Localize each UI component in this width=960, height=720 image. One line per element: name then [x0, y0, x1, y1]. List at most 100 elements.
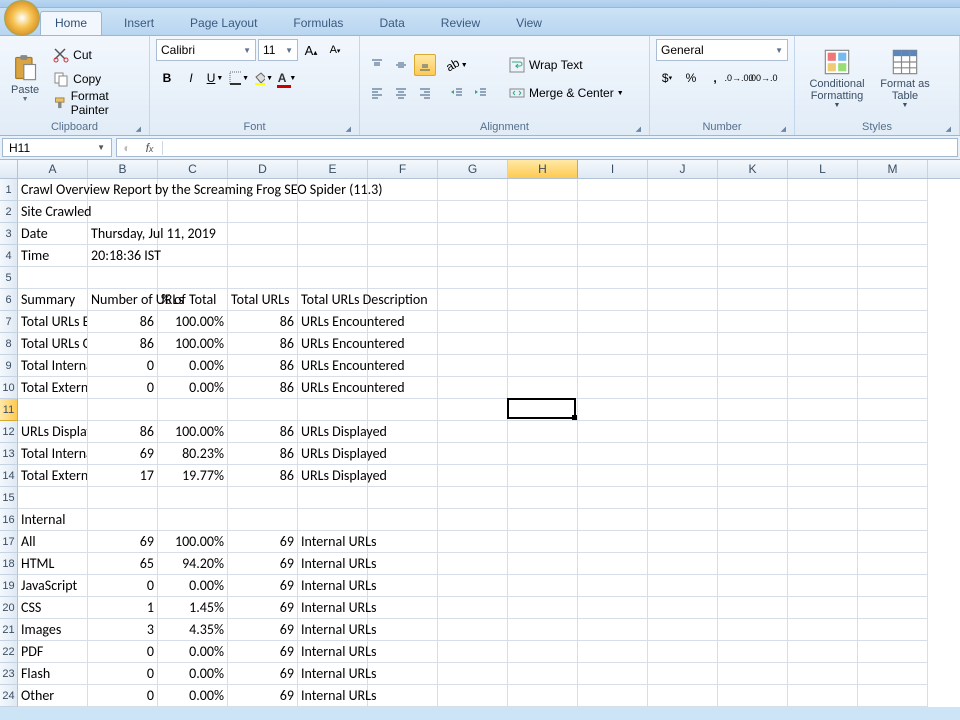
cell[interactable] — [508, 377, 578, 399]
column-header-K[interactable]: K — [718, 160, 788, 178]
row-header[interactable]: 5 — [0, 267, 18, 289]
cell[interactable]: HTML — [18, 553, 88, 575]
cell[interactable] — [858, 619, 928, 641]
cell[interactable] — [858, 531, 928, 553]
cell[interactable] — [228, 509, 298, 531]
cell[interactable] — [508, 465, 578, 487]
cell[interactable] — [578, 531, 648, 553]
grow-font-button[interactable]: A▴ — [300, 39, 322, 61]
cell[interactable] — [438, 421, 508, 443]
cell[interactable]: 0 — [88, 641, 158, 663]
cell[interactable] — [718, 619, 788, 641]
cell[interactable] — [438, 509, 508, 531]
cell[interactable] — [18, 487, 88, 509]
cell[interactable]: URLs Encountered — [298, 333, 368, 355]
cell[interactable] — [578, 553, 648, 575]
format-painter-button[interactable]: Format Painter — [48, 92, 143, 114]
tab-formulas[interactable]: Formulas — [279, 12, 357, 35]
cell[interactable] — [578, 223, 648, 245]
row-header[interactable]: 6 — [0, 289, 18, 311]
cell[interactable]: Time — [18, 245, 88, 267]
cell[interactable]: URLs Displayed — [298, 465, 368, 487]
cell[interactable]: Total URLs Description — [298, 289, 368, 311]
cell[interactable] — [508, 531, 578, 553]
cell[interactable]: 69 — [88, 531, 158, 553]
cell[interactable] — [508, 267, 578, 289]
cell[interactable]: 86 — [228, 311, 298, 333]
fx-button[interactable]: fx — [137, 141, 163, 155]
font-color-button[interactable]: A▼ — [276, 67, 298, 89]
cell[interactable] — [718, 223, 788, 245]
cell[interactable] — [368, 509, 438, 531]
cell[interactable]: 0 — [88, 663, 158, 685]
cell[interactable]: 86 — [228, 355, 298, 377]
cell[interactable]: Images — [18, 619, 88, 641]
cell[interactable] — [438, 223, 508, 245]
cell[interactable]: Total Internal Blocked — [18, 355, 88, 377]
wrap-text-button[interactable]: Wrap Text — [504, 54, 629, 76]
cell[interactable] — [788, 267, 858, 289]
cell[interactable] — [508, 663, 578, 685]
cell[interactable] — [438, 553, 508, 575]
cell[interactable] — [368, 685, 438, 707]
cell[interactable] — [648, 223, 718, 245]
decrease-indent-button[interactable] — [446, 82, 468, 104]
cell[interactable] — [158, 509, 228, 531]
cell[interactable] — [438, 311, 508, 333]
font-family-select[interactable]: Calibri▼ — [156, 39, 256, 61]
cell[interactable]: URLs Encountered — [298, 311, 368, 333]
cell[interactable] — [228, 245, 298, 267]
cell[interactable] — [858, 377, 928, 399]
cell[interactable]: Total URLs — [228, 289, 298, 311]
cell[interactable] — [648, 597, 718, 619]
row-header[interactable]: 2 — [0, 201, 18, 223]
bold-button[interactable]: B — [156, 67, 178, 89]
cell[interactable]: Internal URLs — [298, 553, 368, 575]
cell[interactable] — [508, 179, 578, 201]
column-header-M[interactable]: M — [858, 160, 928, 178]
cell[interactable] — [508, 685, 578, 707]
cell[interactable]: URLs Encountered — [298, 355, 368, 377]
cell[interactable] — [648, 663, 718, 685]
cell[interactable] — [438, 487, 508, 509]
align-left-button[interactable] — [366, 82, 388, 104]
cell[interactable] — [718, 509, 788, 531]
office-button[interactable] — [4, 0, 40, 36]
cell[interactable] — [578, 487, 648, 509]
cell[interactable]: 1.45% — [158, 597, 228, 619]
cell[interactable] — [858, 487, 928, 509]
column-header-C[interactable]: C — [158, 160, 228, 178]
spreadsheet-grid[interactable]: ABCDEFGHIJKLM 1Crawl Overview Report by … — [0, 160, 960, 707]
cell[interactable]: PDF — [18, 641, 88, 663]
cell[interactable] — [858, 663, 928, 685]
cell[interactable] — [788, 509, 858, 531]
cell[interactable]: 0.00% — [158, 355, 228, 377]
cell[interactable]: CSS — [18, 597, 88, 619]
format-as-table-button[interactable]: Format as Table▼ — [877, 43, 933, 115]
cell[interactable] — [788, 201, 858, 223]
cell[interactable] — [648, 355, 718, 377]
cell[interactable]: 0 — [88, 685, 158, 707]
column-header-I[interactable]: I — [578, 160, 648, 178]
cell[interactable]: 94.20% — [158, 553, 228, 575]
cell[interactable]: URLs Encountered — [298, 377, 368, 399]
column-header-F[interactable]: F — [368, 160, 438, 178]
cell[interactable] — [578, 267, 648, 289]
cell[interactable] — [88, 201, 158, 223]
cell[interactable]: URLs Displayed — [18, 421, 88, 443]
cell[interactable] — [298, 245, 368, 267]
cell[interactable]: Date — [18, 223, 88, 245]
cell[interactable] — [298, 487, 368, 509]
row-header[interactable]: 17 — [0, 531, 18, 553]
cell[interactable] — [158, 267, 228, 289]
cell[interactable] — [718, 289, 788, 311]
cell[interactable]: Internal URLs — [298, 641, 368, 663]
cell[interactable]: Total External URLs — [18, 465, 88, 487]
cell[interactable] — [648, 641, 718, 663]
increase-decimal-button[interactable]: .0→.00 — [728, 67, 750, 89]
cell[interactable]: Flash — [18, 663, 88, 685]
currency-button[interactable]: $▾ — [656, 67, 678, 89]
cell[interactable] — [578, 377, 648, 399]
cell[interactable] — [718, 179, 788, 201]
cell[interactable] — [508, 443, 578, 465]
